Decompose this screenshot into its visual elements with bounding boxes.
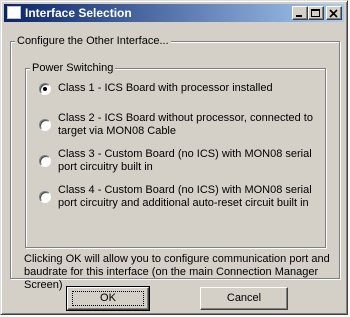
maximize-icon <box>311 9 320 17</box>
class4-radio[interactable] <box>39 191 51 203</box>
close-icon <box>329 9 338 18</box>
power-switching-legend: Power Switching <box>30 62 116 75</box>
class3-label: Class 3 - Custom Board (no ICS) with MON… <box>58 148 312 173</box>
class2-radio[interactable] <box>39 119 51 131</box>
window-icon <box>7 6 21 19</box>
cancel-label: Cancel <box>226 292 262 304</box>
window-title: Interface Selection <box>25 6 132 20</box>
cancel-button[interactable]: Cancel <box>200 287 288 310</box>
close-button[interactable] <box>326 6 342 20</box>
interface-selection-dialog: Interface Selection Configure the Other … <box>0 0 348 315</box>
ok-button[interactable]: OK <box>66 286 150 311</box>
configure-group-legend: Configure the Other Interface... <box>15 35 171 48</box>
class1-label: Class 1 - ICS Board with processor insta… <box>58 82 273 94</box>
class2-label: Class 2 - ICS Board without processor, c… <box>58 112 313 137</box>
maximize-button[interactable] <box>308 6 324 20</box>
class1-radio[interactable] <box>39 83 51 95</box>
class3-radio[interactable] <box>39 155 51 167</box>
minimize-icon <box>296 15 302 17</box>
class4-label: Class 4 - Custom Board (no ICS) with MON… <box>58 184 312 209</box>
title-bar[interactable]: Interface Selection <box>4 4 344 22</box>
minimize-button[interactable] <box>292 6 308 20</box>
ok-focus-rect <box>72 291 144 306</box>
